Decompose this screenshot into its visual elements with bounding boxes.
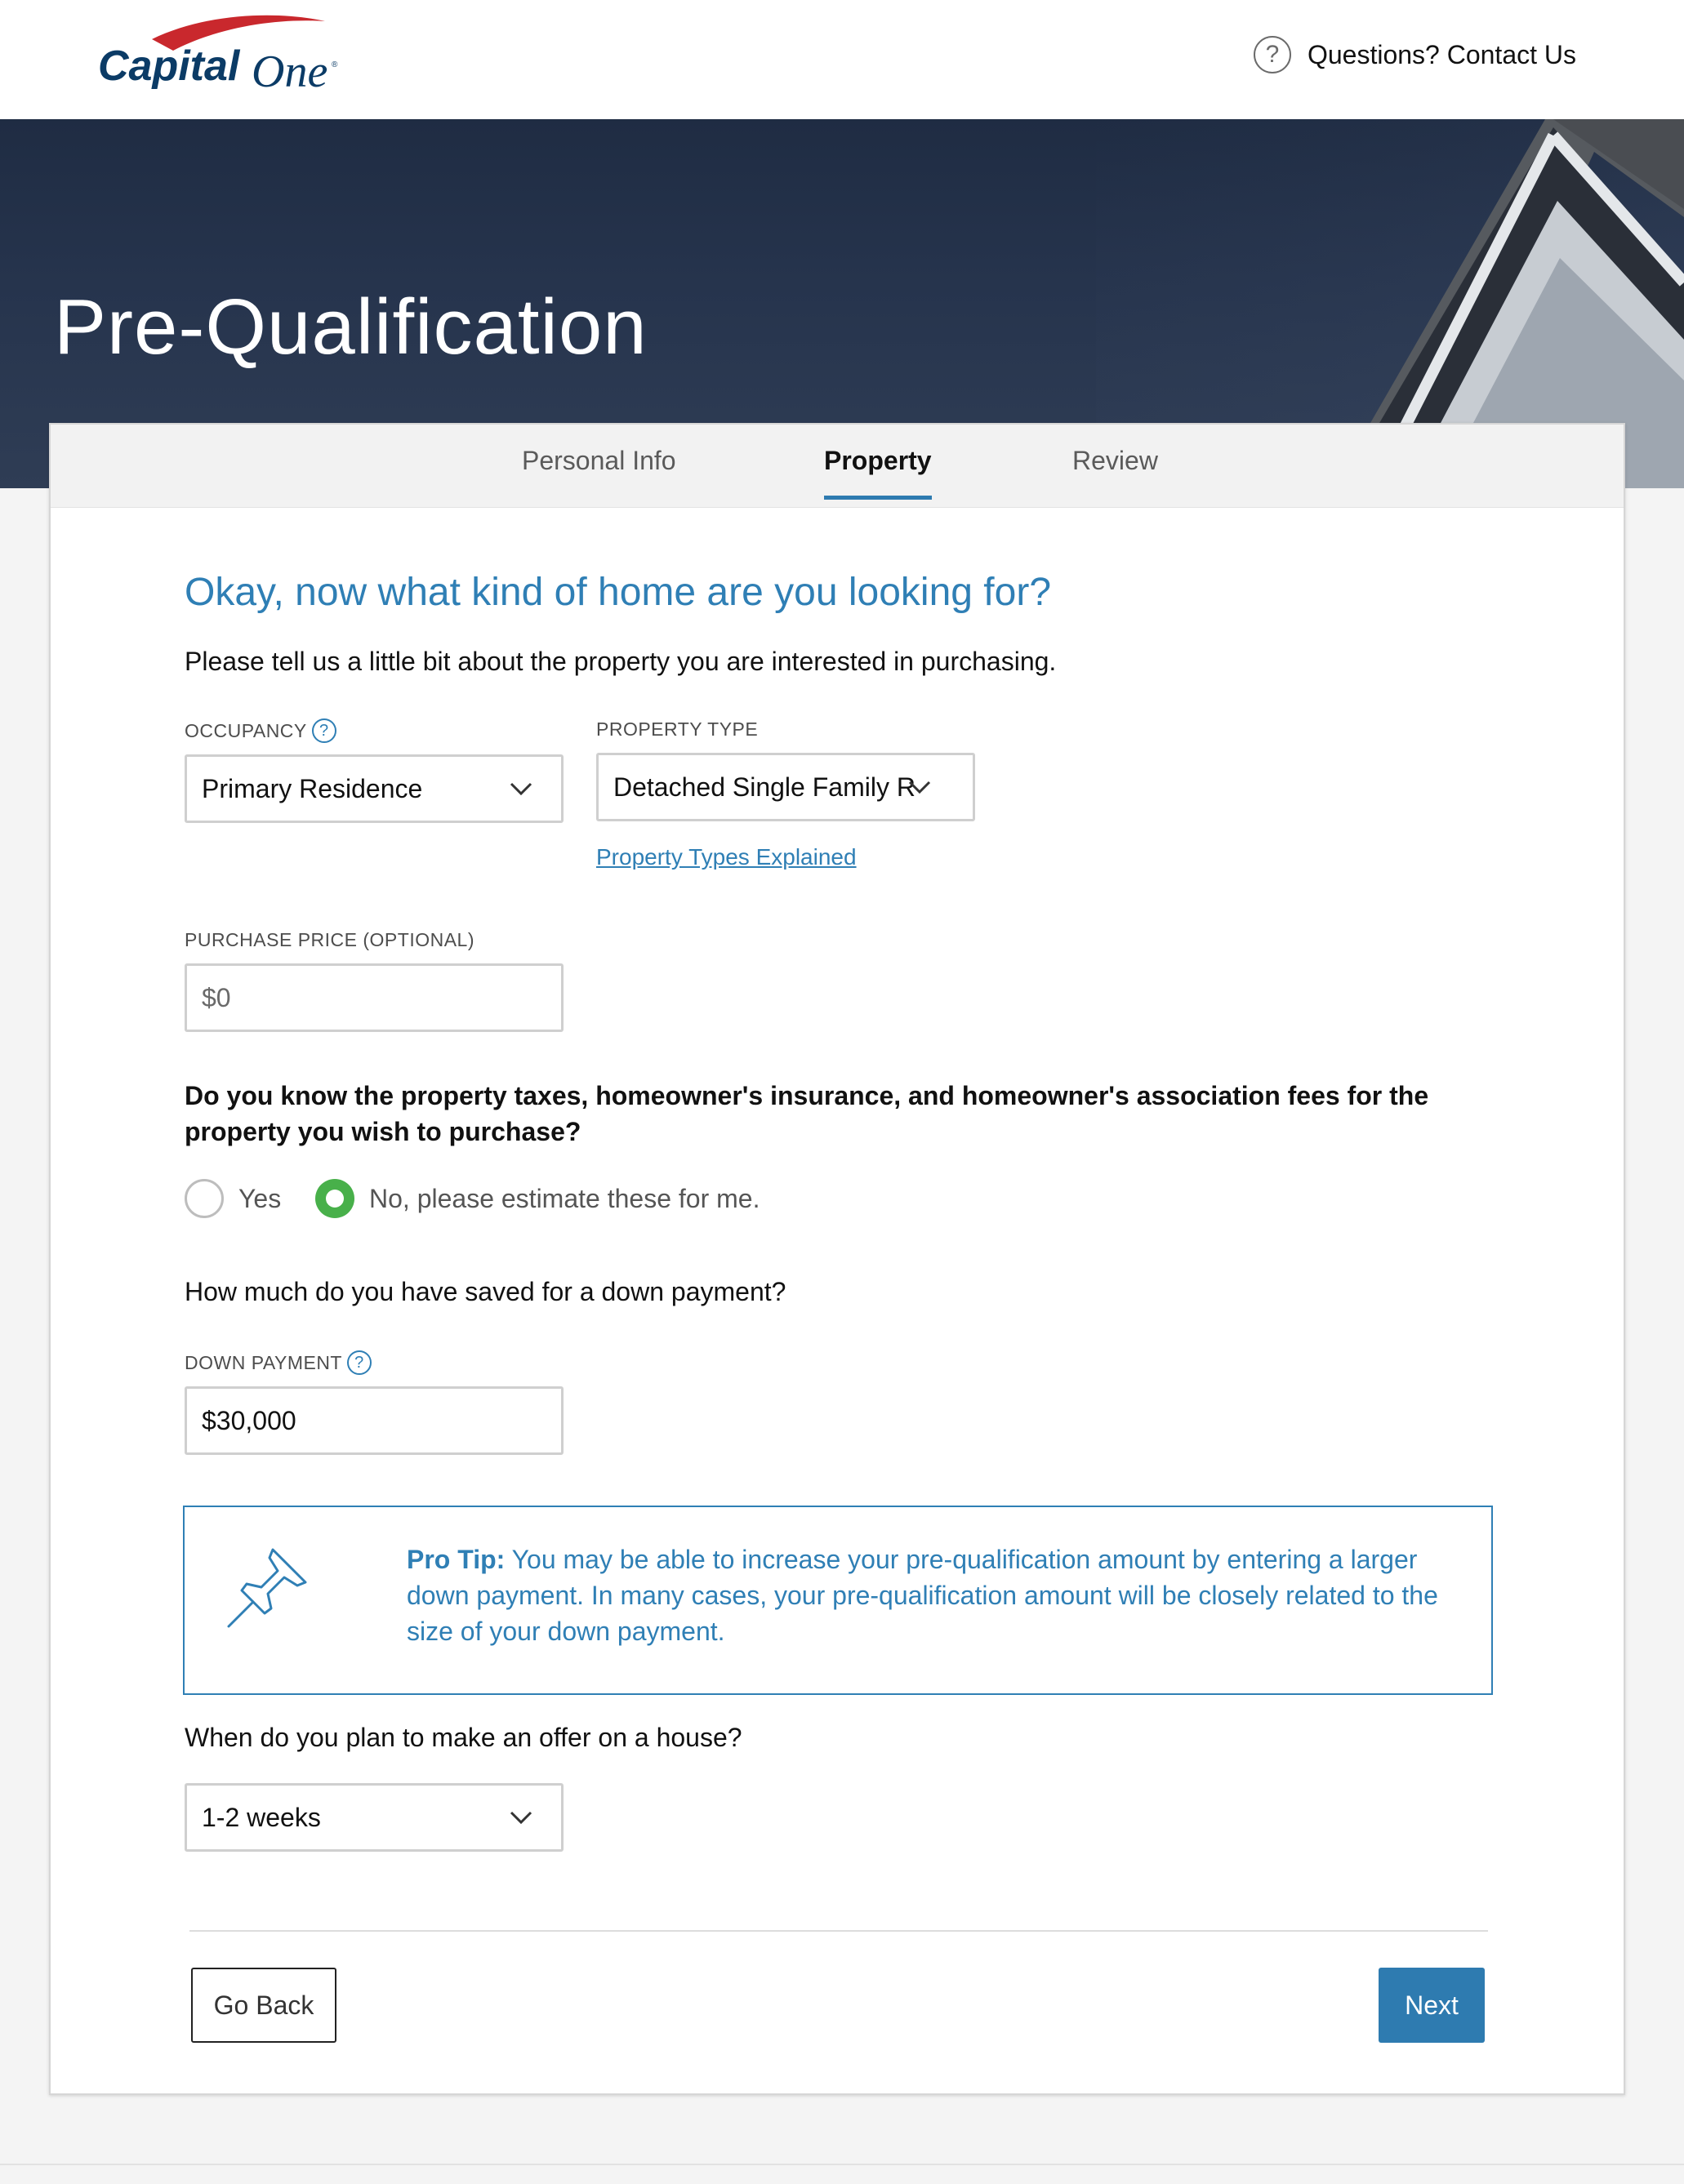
occupancy-value: Primary Residence [202,773,423,803]
page-title: Pre-Qualification [54,283,648,371]
property-type-label-text: PROPERTY TYPE [596,718,759,740]
top-header: Capital One ® ? Questions? Contact Us [0,0,1684,119]
radio-no-label: No, please estimate these for me. [369,1183,760,1213]
purchase-price-label-text: PURCHASE PRICE (OPTIONAL) [185,929,474,950]
pro-tip-box: Pro Tip: You may be able to increase you… [183,1506,1493,1695]
radio-no-option[interactable]: No, please estimate these for me. [315,1179,760,1218]
pro-tip-heading: Pro Tip: [407,1545,506,1574]
occupancy-label-text: OCCUPANCY [185,719,307,741]
form-card: Personal Info Property Review Okay, now … [49,423,1625,2095]
radio-yes[interactable] [185,1179,224,1218]
page: Capital One ® ? Questions? Contact Us Pr… [0,0,1684,2184]
tab-review[interactable]: Review [1072,446,1158,496]
svg-text:®: ® [332,60,338,69]
radio-yes-option[interactable]: Yes [185,1179,281,1218]
contact-us-label: Questions? Contact Us [1307,39,1576,69]
go-back-button[interactable]: Go Back [191,1968,336,2043]
bottom-divider [0,2164,1684,2165]
down-payment-value: $30,000 [202,1405,296,1435]
purchase-price-placeholder: $0 [202,982,231,1012]
property-type-value: Detached Single Family R [613,772,916,802]
contact-us-link[interactable]: ? Questions? Contact Us [1253,36,1576,73]
purchase-price-input[interactable]: $0 [185,963,564,1032]
radio-no[interactable] [315,1179,354,1218]
question-circle-icon: ? [1253,36,1291,73]
tab-property[interactable]: Property [824,446,932,500]
progress-tabs: Personal Info Property Review [51,425,1624,508]
occupancy-help-icon[interactable]: ? [311,718,336,743]
svg-text:One: One [252,47,327,97]
down-payment-label: DOWN PAYMENT ? [185,1350,372,1375]
offer-timing-value: 1-2 weeks [202,1802,321,1832]
offer-question: When do you plan to make an offer on a h… [185,1723,742,1752]
property-type-select[interactable]: Detached Single Family R [596,753,975,821]
footer-divider [189,1930,1488,1932]
tab-personal-info[interactable]: Personal Info [522,446,676,496]
occupancy-select[interactable]: Primary Residence [185,754,564,823]
svg-text:Capital: Capital [98,42,241,90]
pro-tip-body: You may be able to increase your pre-qua… [407,1545,1438,1646]
down-payment-input[interactable]: $30,000 [185,1386,564,1455]
chevron-down-icon [908,781,931,794]
offer-timing-select[interactable]: 1-2 weeks [185,1783,564,1852]
capital-one-logo[interactable]: Capital One ® [95,15,348,105]
down-payment-label-text: DOWN PAYMENT [185,1351,342,1373]
down-payment-question: How much do you have saved for a down pa… [185,1277,786,1306]
chevron-down-icon [510,782,532,796]
next-button[interactable]: Next [1379,1968,1485,2043]
taxes-question: Do you know the property taxes, homeowne… [185,1081,1429,1146]
down-payment-help-icon[interactable]: ? [346,1350,372,1375]
radio-yes-label: Yes [238,1183,282,1213]
chevron-down-icon [510,1811,532,1825]
pushpin-icon [227,1548,307,1628]
pro-tip-text: Pro Tip: You may be able to increase you… [407,1541,1468,1649]
purchase-price-label: PURCHASE PRICE (OPTIONAL) [185,929,474,951]
occupancy-label: OCCUPANCY ? [185,718,336,743]
property-types-explained-link[interactable]: Property Types Explained [596,844,857,870]
property-type-label: PROPERTY TYPE [596,718,758,741]
form-subtext: Please tell us a little bit about the pr… [185,647,1057,676]
form-heading: Okay, now what kind of home are you look… [185,571,1052,614]
